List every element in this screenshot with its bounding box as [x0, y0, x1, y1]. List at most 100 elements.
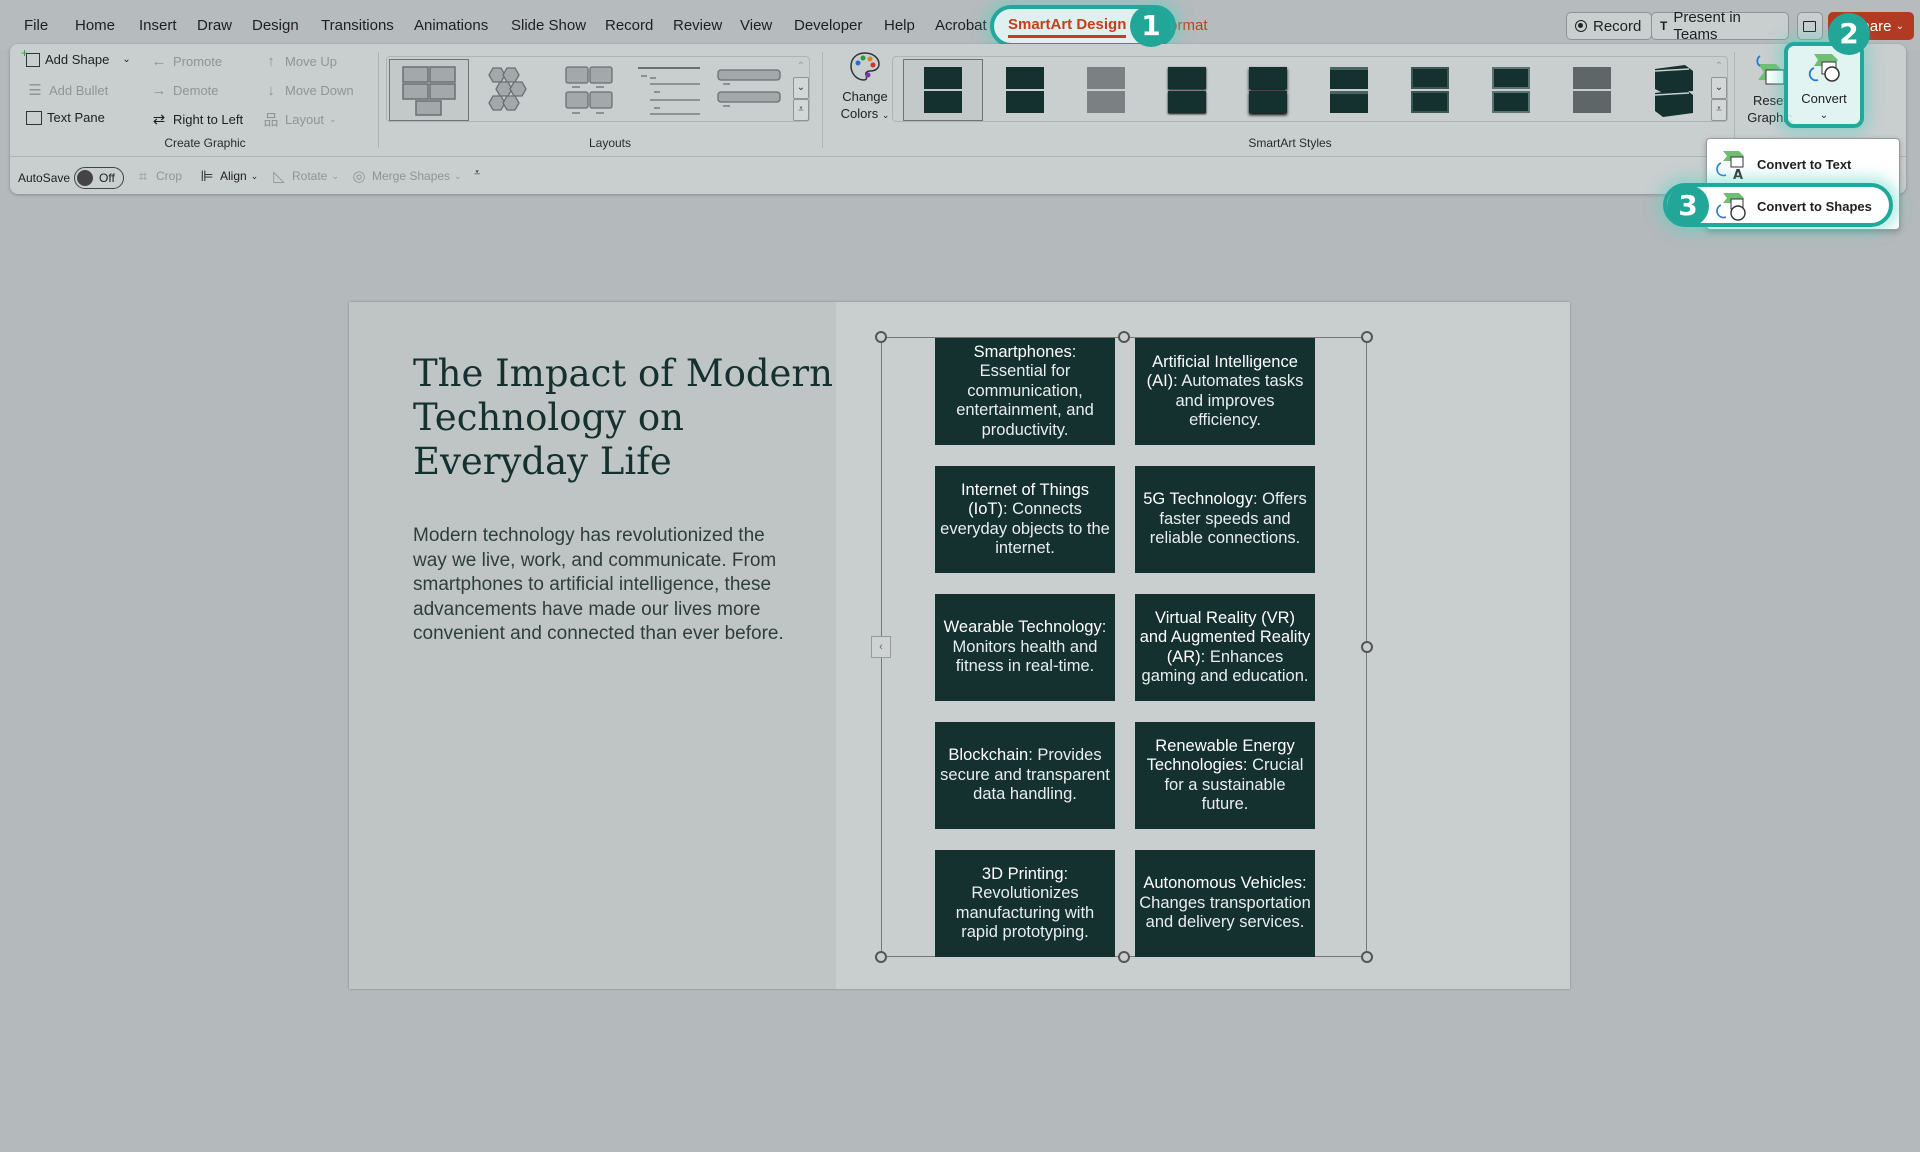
present-in-teams-button[interactable]: T Present in Teams	[1651, 9, 1789, 43]
smartart-item[interactable]: Smartphones: Essential for communication…	[935, 338, 1115, 445]
chevron-up-icon[interactable]: ⌃	[1711, 57, 1727, 77]
menu-bar: File Home Insert Draw Design Transitions…	[0, 0, 1920, 55]
style-option-7[interactable]	[1390, 59, 1470, 121]
chevron-down-icon: ⌄	[454, 170, 462, 181]
right-to-left-button[interactable]: ⇄ Right to Left	[150, 110, 243, 128]
tab-draw[interactable]: Draw	[197, 17, 232, 34]
change-colors-label-1: Change	[842, 89, 888, 104]
smartart-item[interactable]: Blockchain: Provides secure and transpar…	[935, 722, 1115, 829]
chevron-down-icon[interactable]: ⌄	[122, 54, 130, 65]
tab-record[interactable]: Record	[605, 17, 653, 34]
convert-to-text-icon: A	[1716, 151, 1744, 181]
layout-option-picture-grid[interactable]	[549, 59, 629, 121]
tab-animations[interactable]: Animations	[414, 17, 488, 34]
tab-home[interactable]: Home	[75, 17, 115, 34]
change-colors-label-2: Colors ⌄	[840, 106, 890, 121]
smartart-item[interactable]: Virtual Reality (VR) and Augmented Reali…	[1135, 594, 1315, 701]
tab-smartart-design[interactable]: SmartArt Design	[1008, 16, 1127, 38]
autosave-toggle[interactable]: Off	[74, 167, 125, 189]
chevron-up-icon[interactable]: ⌃	[793, 57, 809, 77]
smartart-item[interactable]: Autonomous Vehicles: Changes transportat…	[1135, 850, 1315, 957]
smartart-item[interactable]: 3D Printing: Revolutionizes manufacturin…	[935, 850, 1115, 957]
smartart-item[interactable]: Wearable Technology: Monitors health and…	[935, 594, 1115, 701]
tab-developer[interactable]: Developer	[794, 17, 862, 34]
style-option-4[interactable]	[1147, 59, 1227, 121]
style-option-3[interactable]	[1066, 59, 1146, 121]
smartart-item[interactable]: Artificial Intelligence (AI): Automates …	[1135, 338, 1315, 445]
move-down-button[interactable]: ↓ Move Down	[262, 81, 353, 99]
resize-handle[interactable]	[875, 331, 887, 343]
tab-slide-show[interactable]: Slide Show	[511, 17, 586, 34]
merge-shapes-button[interactable]: ◎ Merge Shapes ⌄	[350, 167, 462, 185]
chevron-down-icon: ⌄	[250, 170, 259, 181]
comments-button[interactable]	[1797, 12, 1823, 40]
style-option-6[interactable]	[1309, 59, 1389, 121]
style-option-5[interactable]	[1228, 59, 1308, 121]
grid-blocks-layout-icon	[402, 66, 456, 116]
smartart-item-text: Smartphones: Essential for communication…	[939, 343, 1111, 441]
resize-handle[interactable]	[1361, 641, 1373, 653]
add-shape-button[interactable]: + Add Shape ⌄	[21, 46, 131, 68]
group-separator	[822, 52, 823, 148]
layouts-gallery-scroll: ⌃ ⌄ ⩡	[793, 57, 809, 121]
slide-title[interactable]: The Impact of Modern Technology on Every…	[413, 352, 833, 484]
resize-handle[interactable]	[1118, 951, 1130, 963]
smartart-item[interactable]: Renewable Energy Technologies: Crucial f…	[1135, 722, 1315, 829]
resize-handle[interactable]	[875, 951, 887, 963]
layout-button[interactable]: 品 Layout ⌄	[262, 110, 336, 129]
convert-to-text-item[interactable]: A Convert to Text	[1715, 145, 1895, 183]
smartart-item[interactable]: 5G Technology: Offers faster speeds and …	[1135, 466, 1315, 573]
layout-option-lined-list[interactable]	[629, 59, 709, 121]
promote-button[interactable]: ← Promote	[150, 52, 223, 70]
resize-handle[interactable]	[1361, 331, 1373, 343]
smartart-item[interactable]: Internet of Things (IoT): Connects every…	[935, 466, 1115, 573]
customize-toolbar-button[interactable]: ⩡	[474, 167, 480, 180]
tab-file[interactable]: File	[24, 17, 48, 34]
change-colors-button[interactable]: Change Colors ⌄	[832, 50, 898, 130]
move-up-button[interactable]: ↑ Move Up	[262, 52, 337, 70]
convert-icon	[1808, 54, 1840, 82]
layout-option-grid-blocks[interactable]	[389, 59, 469, 121]
chevron-down-icon[interactable]: ⌄	[1711, 77, 1727, 99]
add-bullet-button[interactable]: ☰ Add Bullet	[26, 81, 108, 99]
style-option-8[interactable]	[1471, 59, 1551, 121]
record-button[interactable]: Record	[1566, 12, 1652, 40]
smartart-item-text: Renewable Energy Technologies: Crucial f…	[1139, 737, 1311, 815]
layout-option-hexagon-cluster[interactable]	[469, 59, 549, 121]
group-separator	[1734, 52, 1735, 148]
tab-help[interactable]: Help	[884, 17, 915, 34]
slide-body-text[interactable]: Modern technology has revolutionized the…	[413, 524, 793, 647]
crop-button[interactable]: ⌗ Crop	[134, 167, 182, 185]
chevron-down-icon[interactable]: ⌄	[793, 77, 809, 99]
demote-button[interactable]: → Demote	[150, 81, 219, 99]
tab-design[interactable]: Design	[252, 17, 299, 34]
tab-insert[interactable]: Insert	[139, 17, 177, 34]
convert-button[interactable]: Convert ⌄	[1788, 48, 1860, 128]
chevron-left-icon: ‹	[879, 641, 883, 653]
style-option-9[interactable]	[1552, 59, 1632, 121]
resize-handle[interactable]	[1118, 331, 1130, 343]
tab-transitions[interactable]: Transitions	[321, 17, 394, 34]
rotate-button[interactable]: ◺ Rotate ⌄	[270, 167, 339, 185]
text-pane-button[interactable]: Text Pane	[26, 110, 105, 125]
slide-canvas[interactable]: The Impact of Modern Technology on Every…	[349, 302, 1570, 989]
style-option-2[interactable]	[985, 59, 1065, 121]
tab-view[interactable]: View	[740, 17, 772, 34]
group-separator	[378, 52, 379, 148]
style-preview	[1249, 65, 1287, 115]
tab-acrobat[interactable]: Acrobat	[935, 17, 987, 34]
convert-to-shapes-item[interactable]: Convert to Shapes	[1715, 187, 1895, 225]
style-option-10[interactable]	[1633, 59, 1713, 121]
layout-option-bar-list[interactable]	[709, 59, 789, 121]
style-option-1[interactable]	[903, 59, 983, 121]
style-preview	[1492, 65, 1530, 115]
align-button[interactable]: ⊫ Align ⌄	[198, 167, 258, 185]
smartart-item-text: Artificial Intelligence (AI): Automates …	[1139, 353, 1311, 431]
tab-review[interactable]: Review	[673, 17, 722, 34]
gallery-expand-icon[interactable]: ⩡	[1711, 99, 1727, 121]
text-pane-toggle[interactable]: ‹	[871, 636, 891, 658]
resize-handle[interactable]	[1361, 951, 1373, 963]
gallery-expand-icon[interactable]: ⩡	[793, 99, 809, 121]
smartart-item-term: Autonomous Vehicles	[1143, 874, 1303, 893]
style-preview	[1330, 65, 1368, 115]
